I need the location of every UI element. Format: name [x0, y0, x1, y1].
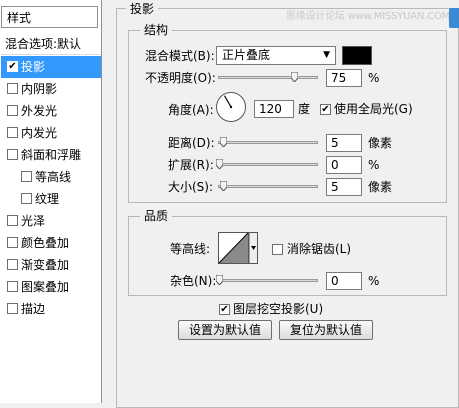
size-slider[interactable] — [218, 181, 318, 191]
opacity-unit: % — [368, 71, 380, 85]
angle-label: 角度(A): — [168, 103, 214, 117]
style-item[interactable]: 颜色叠加 — [1, 232, 101, 254]
style-item-checkbox[interactable] — [7, 61, 18, 72]
style-item-label: 颜色叠加 — [21, 236, 70, 250]
style-item-label: 渐变叠加 — [21, 258, 70, 272]
distance-slider[interactable] — [218, 137, 318, 147]
style-item-checkbox[interactable] — [7, 237, 18, 248]
style-item[interactable]: 内阴影 — [1, 78, 101, 100]
global-light-label[interactable]: 使用全局光(G) — [334, 100, 413, 118]
opacity-label: 不透明度(O): — [145, 71, 216, 85]
style-item-checkbox[interactable] — [21, 171, 32, 182]
style-item-checkbox[interactable] — [7, 127, 18, 138]
style-item-checkbox[interactable] — [7, 303, 18, 314]
styles-header[interactable]: 样式 — [1, 6, 98, 28]
style-item[interactable]: 图案叠加 — [1, 276, 101, 298]
size-label: 大小(S): — [168, 180, 214, 194]
reset-default-button[interactable]: 复位为默认值 — [279, 320, 373, 340]
blending-options-item[interactable]: 混合选项:默认 — [1, 33, 101, 55]
quality-title: 品质 — [140, 209, 173, 223]
set-default-button[interactable]: 设置为默认值 — [178, 320, 272, 340]
style-item-label: 斜面和浮雕 — [21, 148, 82, 162]
size-slider-handle[interactable] — [220, 181, 227, 191]
distance-unit: 像素 — [368, 136, 393, 150]
style-item-checkbox[interactable] — [7, 83, 18, 94]
anti-alias-label[interactable]: 消除锯齿(L) — [287, 240, 351, 258]
style-item-label: 内发光 — [21, 126, 58, 140]
chevron-down-icon: ▼ — [323, 50, 330, 60]
layer-knockout-checkbox[interactable] — [219, 304, 230, 315]
spread-input[interactable]: 0 — [326, 156, 362, 174]
style-item-label: 纹理 — [35, 192, 60, 206]
shadow-color-swatch[interactable] — [342, 46, 372, 65]
structure-title: 结构 — [140, 23, 173, 37]
spread-slider-handle[interactable] — [216, 159, 223, 169]
layer-knockout-label[interactable]: 图层挖空投影(U) — [233, 300, 323, 318]
style-item[interactable]: 描边 — [1, 298, 101, 320]
watermark-text: 思缘设计论坛 www.MISSYUAN.COM — [286, 11, 451, 22]
style-item-label: 图案叠加 — [21, 280, 70, 294]
noise-label: 杂色(N): — [170, 274, 217, 288]
style-item-checkbox[interactable] — [7, 259, 18, 270]
noise-unit: % — [368, 274, 380, 288]
style-item-checkbox[interactable] — [7, 215, 18, 226]
distance-slider-handle[interactable] — [220, 137, 227, 147]
global-light-checkbox[interactable] — [320, 104, 331, 115]
angle-unit: 度 — [298, 102, 311, 116]
angle-dial[interactable] — [215, 91, 247, 123]
style-item[interactable]: 内发光 — [1, 122, 101, 144]
drop-shadow-title: 投影 — [126, 2, 159, 16]
style-item[interactable]: 纹理 — [1, 188, 101, 210]
distance-input[interactable]: 5 — [326, 134, 362, 152]
style-item-label: 投影 — [21, 60, 46, 74]
opacity-slider-handle[interactable] — [290, 72, 298, 82]
window-scroll-button[interactable] — [449, 8, 459, 28]
angle-input[interactable]: 120 — [254, 100, 294, 118]
contour-linear-icon — [218, 232, 258, 264]
style-item-checkbox[interactable] — [7, 149, 18, 160]
style-item[interactable]: 外发光 — [1, 100, 101, 122]
style-item-checkbox[interactable] — [21, 193, 32, 204]
style-item[interactable]: 渐变叠加 — [1, 254, 101, 276]
noise-input[interactable]: 0 — [326, 272, 362, 290]
noise-slider[interactable] — [216, 275, 318, 285]
style-item-label: 光泽 — [21, 214, 46, 228]
style-item-checkbox[interactable] — [7, 281, 18, 292]
contour-label: 等高线: — [170, 242, 211, 256]
spread-slider[interactable] — [216, 159, 318, 169]
style-item[interactable]: 光泽 — [1, 210, 101, 232]
distance-label: 距离(D): — [168, 136, 215, 150]
noise-slider-handle[interactable] — [216, 275, 223, 285]
spread-unit: % — [368, 158, 380, 172]
size-input[interactable]: 5 — [326, 178, 362, 196]
style-item[interactable]: 投影 — [1, 56, 101, 78]
style-item[interactable]: 等高线 — [1, 166, 101, 188]
anti-alias-checkbox[interactable] — [272, 244, 283, 255]
style-item-label: 描边 — [21, 302, 46, 316]
style-item-checkbox[interactable] — [7, 105, 18, 116]
angle-dial-icon — [216, 92, 246, 122]
contour-picker[interactable] — [218, 232, 258, 264]
blend-mode-select[interactable]: 正片叠底 ▼ — [216, 46, 336, 65]
style-item-label: 等高线 — [35, 170, 72, 184]
style-item[interactable]: 斜面和浮雕 — [1, 144, 101, 166]
style-item-label: 外发光 — [21, 104, 58, 118]
opacity-slider[interactable] — [218, 72, 318, 82]
spread-label: 扩展(R): — [168, 158, 214, 172]
blend-mode-label: 混合模式(B): — [145, 49, 215, 63]
opacity-input[interactable]: 75 — [326, 69, 362, 87]
size-unit: 像素 — [368, 180, 393, 194]
blend-mode-value: 正片叠底 — [222, 48, 271, 62]
style-item-label: 内阴影 — [21, 82, 58, 96]
